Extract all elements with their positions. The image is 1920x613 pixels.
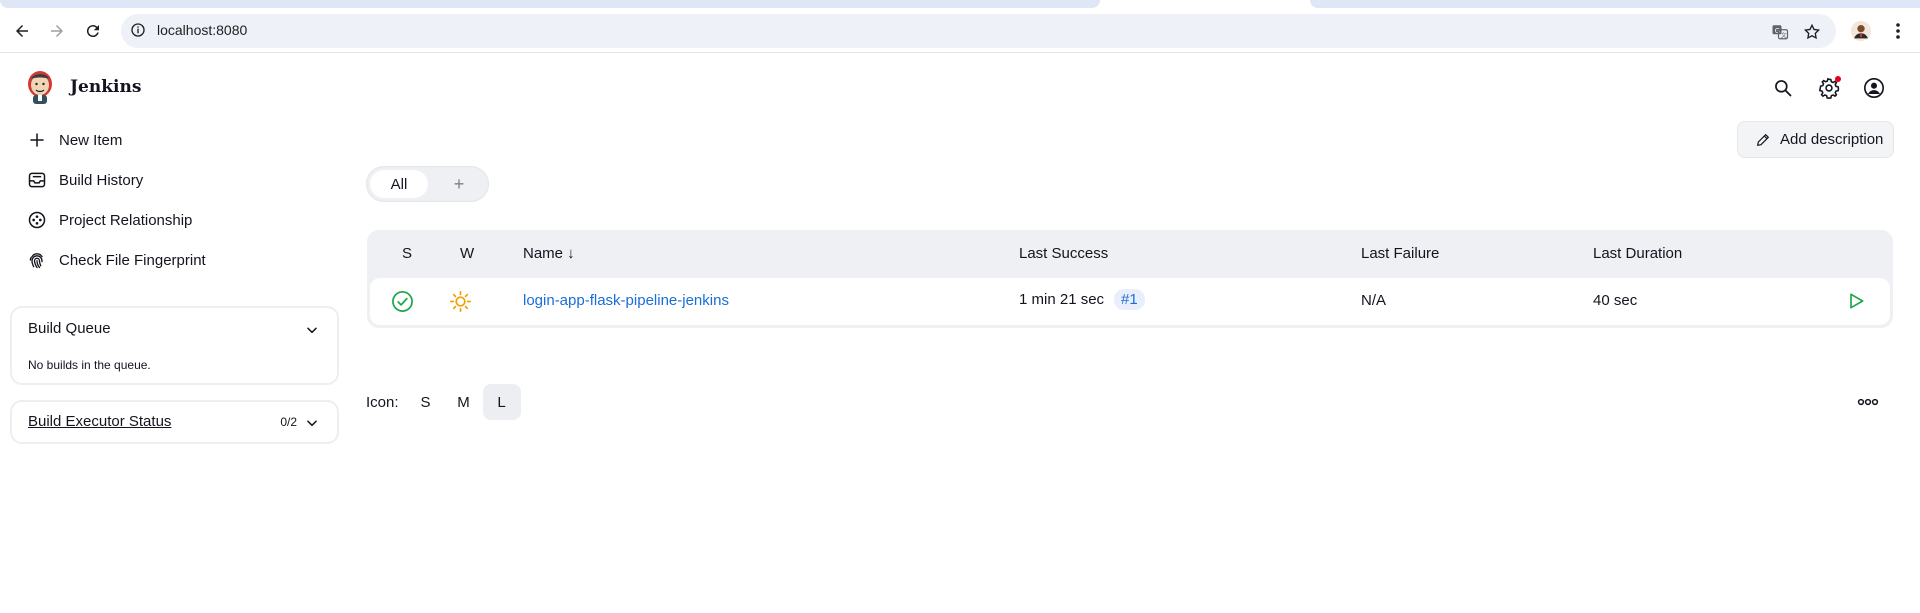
executor-count: 0/2 [280,415,297,429]
back-icon[interactable] [9,18,35,44]
sidebar-item-label: Project Relationship [59,211,193,229]
url-text: localhost:8080 [157,22,248,38]
svg-text:文: 文 [1781,31,1787,39]
column-header-last-duration[interactable]: Last Duration [1593,245,1682,262]
relationship-icon [25,208,49,232]
table-row: login-app-flask-pipeline-jenkins 1 min 2… [370,278,1890,325]
browser-tab[interactable] [0,0,1100,8]
sidebar-item-label: Check File Fingerprint [59,251,206,269]
last-success-time: 1 min 21 sec [1019,291,1105,308]
add-description-label: Add description [1780,131,1884,148]
build-executor-panel: Build Executor Status 0/2 [10,400,339,444]
column-header-last-success[interactable]: Last Success [1019,245,1108,262]
column-header-weather[interactable]: W [460,245,474,262]
pencil-icon [1754,131,1772,149]
jenkins-logo-icon[interactable] [25,69,55,105]
column-header-status[interactable]: S [402,245,412,262]
browser-menu-icon[interactable] [1885,18,1911,44]
sidebar-item-project-relationship[interactable]: Project Relationship [25,207,192,233]
last-failure-cell: N/A [1361,292,1387,309]
last-duration-cell: 40 sec [1593,292,1638,309]
fingerprint-icon [25,248,49,272]
icon-size-large[interactable]: L [482,384,521,420]
column-header-last-failure[interactable]: Last Failure [1361,245,1439,262]
more-options-icon[interactable] [1856,393,1880,411]
browser-tab[interactable] [1310,0,1920,8]
build-queue-title[interactable]: Build Queue [28,320,111,337]
sidebar-item-new-item[interactable]: New Item [25,127,122,153]
translate-icon[interactable]: G文 [1769,21,1791,43]
brand-name[interactable]: Jenkins [70,77,141,97]
build-queue-panel: Build Queue No builds in the queue. [10,306,339,385]
user-account-icon[interactable] [1862,76,1886,100]
column-header-name[interactable]: Name ↓ [523,245,575,262]
sidebar-item-label: New Item [59,131,123,149]
notification-dot [1835,76,1841,82]
jobs-table: S W Name ↓ Last Success Last Failure Las… [367,230,1893,328]
plus-icon [25,128,49,152]
schedule-build-play-icon[interactable] [1846,291,1866,315]
icon-size-label: Icon: [366,393,399,411]
browser-tab-strip [0,0,1920,9]
icon-size-small[interactable]: S [407,384,445,420]
add-description-button[interactable]: Add description [1737,121,1894,158]
last-success-cell: 1 min 21 sec #1 [1019,289,1145,310]
reload-icon[interactable] [80,18,106,44]
jenkins-header: Jenkins [0,54,1920,122]
bookmark-star-icon[interactable] [1801,21,1823,43]
status-success-icon[interactable] [391,290,414,317]
icon-size-selector: Icon: S M L [366,384,521,420]
chevron-down-icon[interactable] [303,414,321,432]
build-number-link[interactable]: #1 [1114,289,1145,310]
icon-size-medium[interactable]: M [445,384,483,420]
settings-gear-icon[interactable] [1817,76,1841,100]
inbox-icon [25,168,49,192]
search-icon[interactable] [1771,76,1795,100]
add-view-button[interactable]: + [447,172,471,196]
sidebar-item-build-history[interactable]: Build History [25,167,143,193]
site-info-icon[interactable] [130,22,146,42]
build-executor-title[interactable]: Build Executor Status [28,413,171,430]
forward-icon[interactable] [44,18,70,44]
address-bar[interactable]: localhost:8080 G文 [121,14,1836,48]
build-queue-empty-text: No builds in the queue. [28,358,151,372]
sidebar-item-label: Build History [59,171,144,189]
job-name-link[interactable]: login-app-flask-pipeline-jenkins [523,292,729,309]
browser-toolbar: localhost:8080 G文 [0,9,1920,53]
chevron-down-icon[interactable] [303,321,321,339]
sidebar-item-check-file-fingerprint[interactable]: Check File Fingerprint [25,247,206,273]
profile-avatar-icon[interactable] [1848,18,1874,44]
tab-all[interactable]: All [370,170,428,198]
view-tabs: All + [366,166,489,202]
weather-sunny-icon[interactable] [449,290,472,317]
